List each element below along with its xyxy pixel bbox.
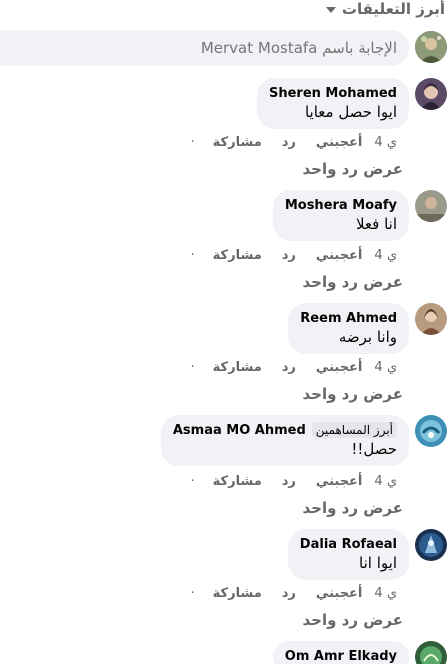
comment-timestamp[interactable]: 4 ي bbox=[374, 586, 397, 601]
comment-author[interactable]: Asmaa MO Ahmed bbox=[173, 423, 306, 438]
comment-text: وانا برضه bbox=[338, 328, 397, 346]
comment-author[interactable]: Dalia Rofaeal bbox=[300, 537, 397, 552]
comment-timestamp[interactable]: 4 ي bbox=[374, 360, 397, 375]
avatar[interactable] bbox=[415, 641, 447, 664]
view-replies-link[interactable]: عرض رد واحد bbox=[303, 385, 403, 403]
comment-actions: 4 ي أعجبني رد مشاركة · bbox=[191, 472, 397, 490]
top-contributor-badge[interactable]: أبرز المساهمين bbox=[311, 422, 397, 438]
comment-timestamp[interactable]: 4 ي bbox=[374, 248, 397, 263]
comment-bubble: Reem Ahmed وانا برضه bbox=[288, 303, 409, 354]
comment-text: انا فعلا bbox=[355, 215, 397, 233]
avatar[interactable] bbox=[415, 78, 447, 110]
like-button[interactable]: أعجبني bbox=[316, 135, 362, 150]
comment-timestamp[interactable]: 4 ي bbox=[374, 474, 397, 489]
share-button[interactable]: مشاركة bbox=[213, 474, 262, 489]
more-dot[interactable]: · bbox=[191, 586, 195, 601]
reply-button[interactable]: رد bbox=[282, 135, 296, 150]
view-replies-link[interactable]: عرض رد واحد bbox=[303, 160, 403, 178]
view-replies-link[interactable]: عرض رد واحد bbox=[303, 499, 403, 517]
comment-actions: 4 ي أعجبني رد مشاركة · bbox=[191, 358, 397, 376]
reply-button[interactable]: رد bbox=[282, 248, 296, 263]
avatar[interactable] bbox=[415, 529, 447, 561]
reply-composer bbox=[0, 30, 447, 66]
avatar[interactable] bbox=[415, 190, 447, 222]
comment-timestamp[interactable]: 4 ي bbox=[374, 135, 397, 150]
view-replies-link[interactable]: عرض رد واحد bbox=[303, 273, 403, 291]
share-button[interactable]: مشاركة bbox=[213, 135, 262, 150]
comment-actions: 4 ي أعجبني رد مشاركة · bbox=[191, 584, 397, 602]
more-dot[interactable]: · bbox=[191, 135, 195, 150]
comment-bubble: Asmaa MO Ahmed أبرز المساهمين حصل!! bbox=[160, 415, 409, 466]
reply-button[interactable]: رد bbox=[282, 474, 296, 489]
comment-text: ايوا حصل معايا bbox=[304, 103, 397, 121]
author-line: Asmaa MO Ahmed أبرز المساهمين bbox=[173, 422, 397, 438]
comment-bubble: Moshera Moafy انا فعلا bbox=[272, 190, 409, 241]
current-user-avatar bbox=[415, 31, 447, 63]
comment-filter-label: أبرز التعليقات bbox=[341, 0, 445, 18]
comment-filter-dropdown[interactable]: أبرز التعليقات bbox=[325, 0, 445, 18]
avatar[interactable] bbox=[415, 415, 447, 447]
reply-button[interactable]: رد bbox=[282, 586, 296, 601]
comment-author[interactable]: Om Amr Elkady bbox=[285, 649, 397, 664]
share-button[interactable]: مشاركة bbox=[213, 586, 262, 601]
comment-actions: 4 ي أعجبني رد مشاركة · bbox=[191, 133, 397, 151]
comment-bubble: Sheren Mohamed ايوا حصل معايا bbox=[256, 78, 409, 129]
like-button[interactable]: أعجبني bbox=[316, 360, 362, 375]
share-button[interactable]: مشاركة bbox=[213, 360, 262, 375]
comment-text: ايوا انا bbox=[359, 554, 397, 572]
share-button[interactable]: مشاركة bbox=[213, 248, 262, 263]
avatar[interactable] bbox=[415, 303, 447, 335]
comment-bubble: Om Amr Elkady bbox=[272, 641, 409, 664]
comment-text: حصل!! bbox=[351, 440, 397, 458]
caret-down-icon bbox=[325, 7, 336, 13]
comment-bubble: Dalia Rofaeal ايوا انا bbox=[287, 529, 409, 580]
more-dot[interactable]: · bbox=[191, 474, 195, 489]
reply-input[interactable] bbox=[0, 30, 409, 66]
like-button[interactable]: أعجبني bbox=[316, 248, 362, 263]
like-button[interactable]: أعجبني bbox=[316, 586, 362, 601]
view-replies-link[interactable]: عرض رد واحد bbox=[303, 611, 403, 629]
comment-author[interactable]: Sheren Mohamed bbox=[269, 86, 397, 101]
more-dot[interactable]: · bbox=[191, 360, 195, 375]
reply-button[interactable]: رد bbox=[282, 360, 296, 375]
comment-author[interactable]: Reem Ahmed bbox=[300, 311, 397, 326]
like-button[interactable]: أعجبني bbox=[316, 474, 362, 489]
comment-author[interactable]: Moshera Moafy bbox=[285, 198, 397, 213]
comment-actions: 4 ي أعجبني رد مشاركة · bbox=[191, 246, 397, 264]
more-dot[interactable]: · bbox=[191, 248, 195, 263]
